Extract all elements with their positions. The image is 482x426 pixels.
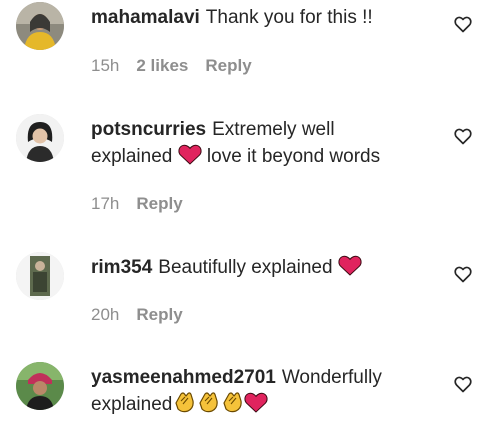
- avatar[interactable]: [16, 362, 64, 410]
- avatar-image: [16, 362, 64, 410]
- clapping-hands-emoji: [220, 391, 244, 413]
- avatar[interactable]: [16, 2, 64, 50]
- comment-body: Wonderfully: [281, 367, 382, 388]
- avatar-image: [16, 2, 64, 50]
- reply-button[interactable]: Reply: [136, 194, 182, 214]
- like-heart-icon[interactable]: [453, 374, 473, 394]
- avatar-image: [16, 252, 64, 300]
- comment-text: potsncurries Extremely well explained lov…: [91, 116, 436, 170]
- like-heart-icon[interactable]: [453, 126, 473, 146]
- clapping-hands-emoji: [172, 391, 196, 413]
- comment-text: rim354 Beautifully explained: [91, 254, 436, 281]
- avatar-image: [16, 114, 64, 162]
- red-heart-emoji: [244, 392, 268, 413]
- red-heart-emoji: [178, 144, 202, 165]
- comment-timestamp: 17h: [91, 194, 120, 213]
- comment-body: Beautifully explained: [158, 257, 333, 278]
- comment-meta: 15h 2 likes Reply: [91, 56, 252, 76]
- comment-username[interactable]: mahamalavi: [91, 7, 200, 28]
- like-heart-icon[interactable]: [453, 264, 473, 284]
- comment-body: Extremely well: [212, 119, 335, 140]
- comment-timestamp: 20h: [91, 305, 120, 324]
- avatar[interactable]: [16, 252, 64, 300]
- comment-body: Thank you for this !!: [205, 7, 373, 28]
- comment-username[interactable]: yasmeenahmed2701: [91, 367, 276, 388]
- comment-body: explained: [91, 394, 173, 415]
- comment-meta: 17h Reply: [91, 194, 183, 214]
- like-heart-icon[interactable]: [453, 14, 473, 34]
- comment-body: love it beyond words: [206, 146, 381, 167]
- reply-button[interactable]: Reply: [136, 305, 182, 325]
- comment-meta: 20h Reply: [91, 305, 183, 325]
- comment-username[interactable]: rim354: [91, 257, 152, 278]
- red-heart-emoji: [338, 255, 362, 276]
- reply-button[interactable]: Reply: [205, 56, 251, 76]
- comment-body: explained: [91, 146, 173, 167]
- comment-likes-link[interactable]: 2 likes: [136, 56, 188, 76]
- comment-text: mahamalavi Thank you for this !!: [91, 4, 436, 31]
- clapping-hands-emoji: [196, 391, 220, 413]
- comment-timestamp: 15h: [91, 56, 120, 75]
- comment-username[interactable]: potsncurries: [91, 119, 206, 140]
- avatar[interactable]: [16, 114, 64, 162]
- comment-text: yasmeenahmed2701 Wonderfully explained: [91, 364, 436, 418]
